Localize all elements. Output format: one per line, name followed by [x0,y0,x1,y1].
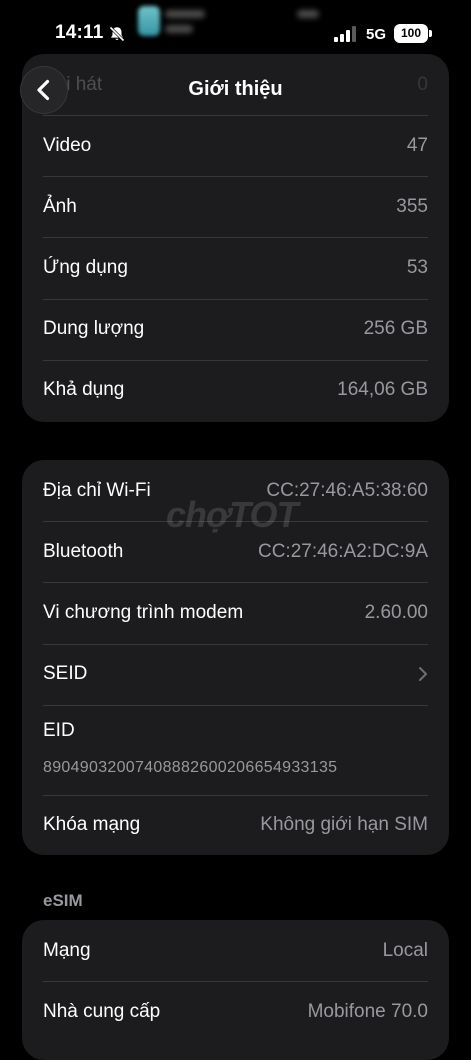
row-value: 2.60.00 [364,601,428,623]
list-item-videos: Video 47 [22,115,449,176]
list-item-carrier: Nhà cung cấp Mobifone 70.0 [22,981,449,1042]
chevron-right-icon [419,667,427,682]
list-item-apps: Ứng dụng 53 [22,237,449,298]
row-value: Mobifone 70.0 [307,1000,428,1022]
row-label: Bluetooth [43,540,124,562]
list-item-bluetooth: Bluetooth CC:27:46:A2:DC:9A [22,521,449,582]
row-label: EID [43,719,75,741]
row-label: Địa chỉ Wi-Fi [43,479,151,501]
list-item-network: Mạng Local [22,920,449,981]
row-label: Khả dụng [43,379,125,401]
row-value: Không giới hạn SIM [260,814,428,836]
list-item-available: Khả dụng 164,06 GB [22,359,449,421]
list-item-seid[interactable]: SEID [22,643,449,705]
list-item-modem-firmware: Vi chương trình modem 2.60.00 [22,582,449,643]
row-label: Ảnh [43,195,77,217]
about-network-group: Địa chỉ Wi-Fi CC:27:46:A5:38:60 Bluetoot… [22,460,449,855]
row-label: Vi chương trình modem [43,601,244,623]
row-value: Local [382,939,428,961]
section-header-esim: eSIM [43,891,83,910]
list-item-carrier-lock: Khóa mạng Không giới hạn SIM [22,794,449,855]
row-value: CC:27:46:A2:DC:9A [257,540,428,562]
list-item-wifi-address: Địa chỉ Wi-Fi CC:27:46:A5:38:60 [22,460,449,521]
row-label: Mạng [43,939,91,961]
row-value: 256 GB [363,318,428,340]
eid-value: 89049032007408882600206654933135 [43,758,338,776]
status-time: 14:11 [55,22,104,43]
row-label: Ứng dụng [43,256,128,278]
list-item-photos: Ảnh 355 [22,176,449,237]
list-item-capacity: Dung lượng 256 GB [22,298,449,360]
row-value: 53 [406,256,428,278]
row-value: 164,06 GB [337,379,428,401]
row-label: Dung lượng [43,318,145,340]
notification-preview-blurred [165,8,325,38]
row-value: CC:27:46:A5:38:60 [266,479,428,501]
row-value: 47 [406,134,428,156]
list-item-eid: EID 89049032007408882600206654933135 [22,704,449,795]
notification-app-icon [138,6,160,36]
row-label: SEID [43,663,88,685]
battery-level: 100 [394,24,428,43]
page-title: Giới thiệu [188,78,283,100]
network-type: 5G [366,26,387,43]
row-value: 355 [396,195,428,217]
status-bar: 14:11 5G 100 [0,0,471,62]
row-label: Nhà cung cấp [43,1000,161,1022]
row-label: Khóa mạng [43,814,141,836]
about-media-group: Bài hát 0 Video 47 Ảnh 355 Ứng dụng 53 D… [22,54,449,422]
signal-bars-icon [334,26,356,42]
bell-off-icon [109,26,125,42]
row-label: Video [43,134,92,156]
battery-tip [429,30,432,37]
esim-group: Mạng Local Nhà cung cấp Mobifone 70.0 [22,920,449,1060]
